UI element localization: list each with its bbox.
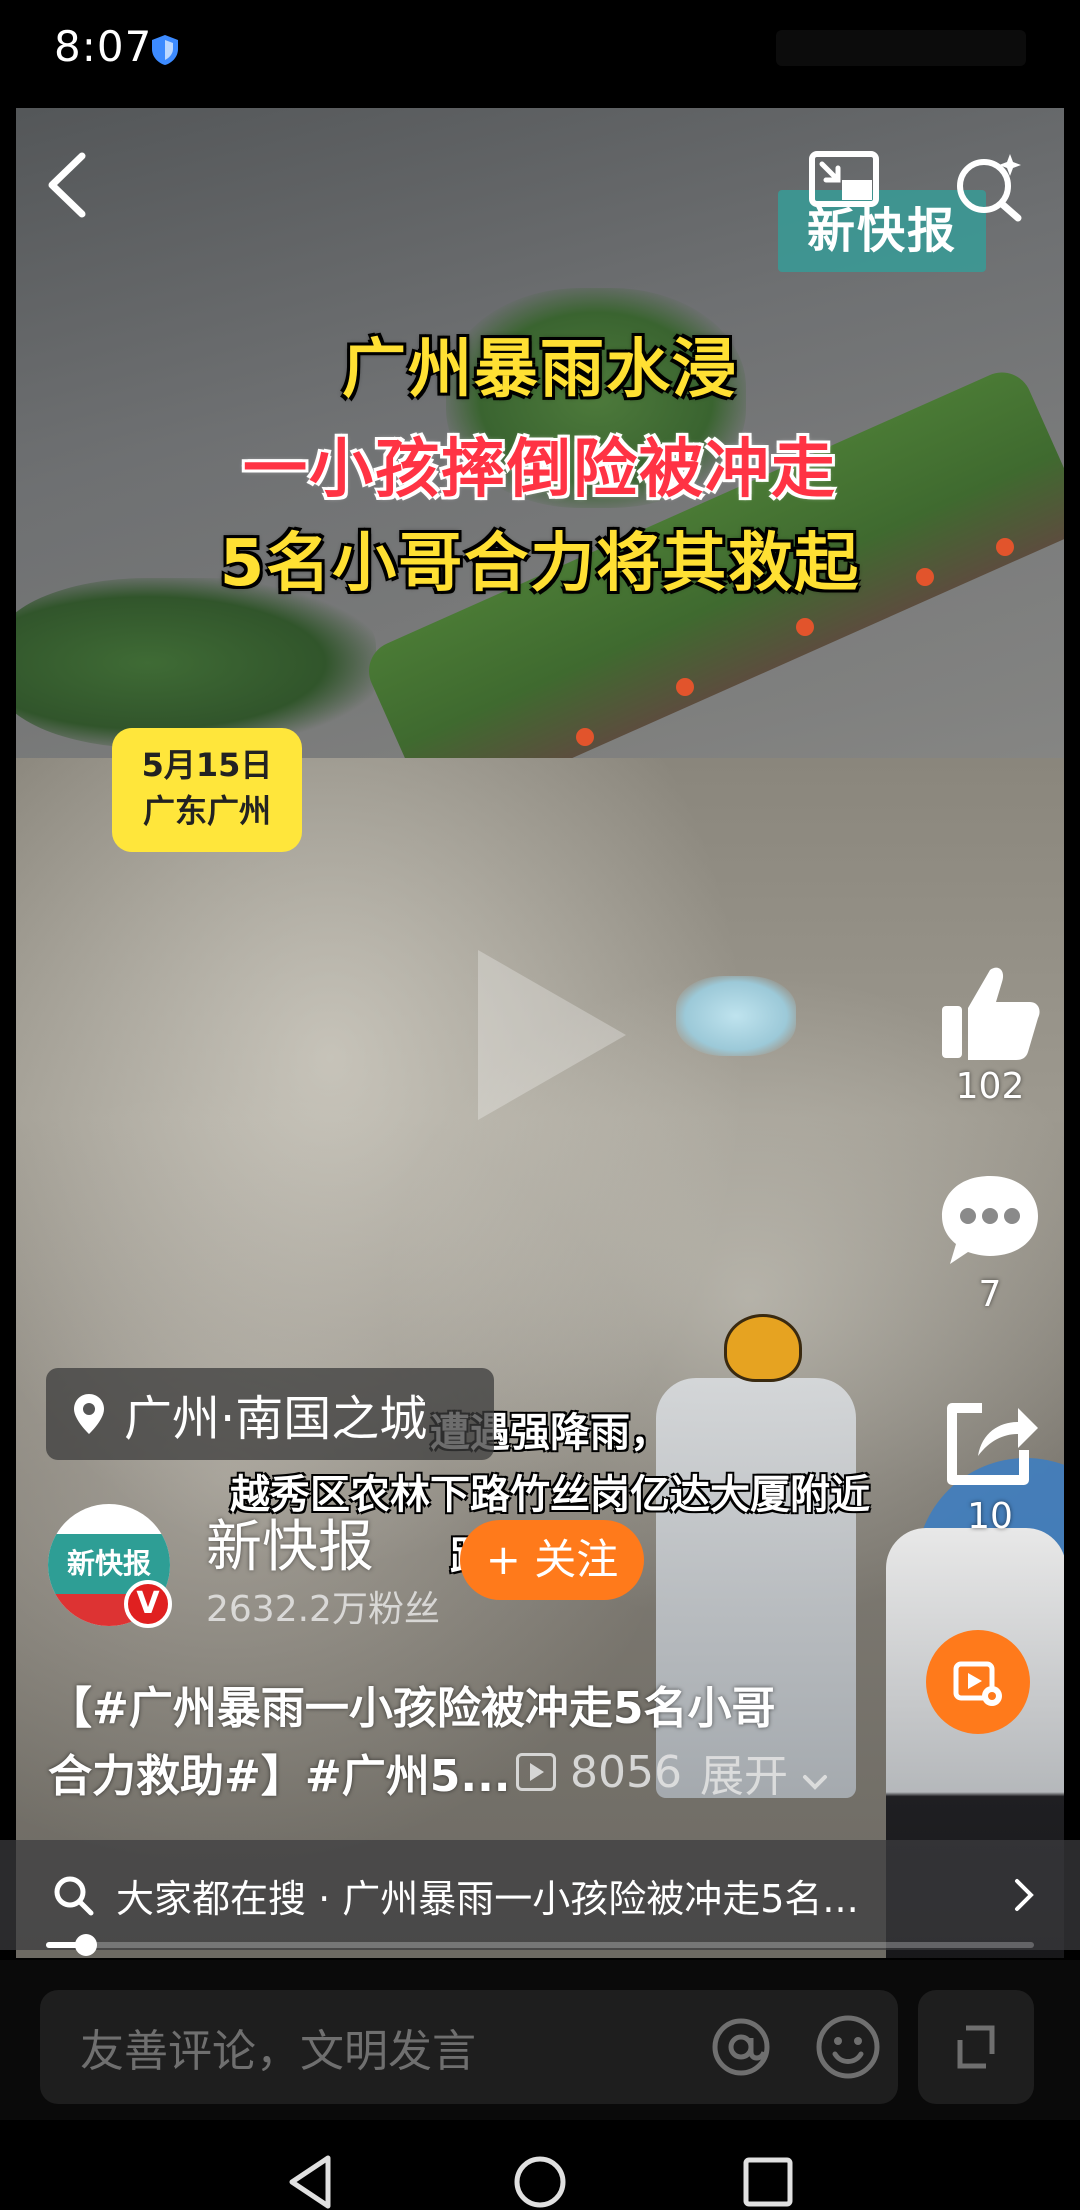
comment-placeholder: 友善评论，文明发言 (80, 2026, 476, 2077)
chevron-down-icon (802, 1775, 827, 1790)
video-headline-line1: 广州暴雨水浸 (342, 333, 738, 407)
system-nav-bar (0, 2134, 1080, 2209)
back-icon[interactable] (40, 150, 96, 220)
share-count: 10 (967, 1496, 1013, 1537)
trending-search-bar[interactable]: 大家都在搜 · 广州暴雨一小孩险被冲走5名... (0, 1840, 1080, 1950)
flower-icon (676, 678, 694, 696)
date-badge: 5月15日 广东广州 (112, 728, 302, 852)
nav-recents-icon[interactable] (742, 2154, 794, 2210)
like-button[interactable]: 102 (930, 962, 1050, 1107)
video-scene-helmet (724, 1314, 802, 1382)
rotate-fullscreen-button[interactable] (918, 1990, 1034, 2104)
date-badge-date: 5月15日 (141, 746, 273, 784)
author-name[interactable]: 新快报 (206, 1502, 374, 1583)
expand-button[interactable]: 展开 (700, 1740, 828, 1804)
comment-input[interactable]: 友善评论，文明发言 (40, 1990, 898, 2104)
thumbs-up-icon (942, 967, 1040, 1060)
comment-bubble-icon (942, 1176, 1038, 1264)
video-cart-button[interactable] (926, 1630, 1030, 1734)
status-indicators (776, 30, 1026, 66)
video-description-line2[interactable]: 合力救助#】#广州5... (48, 1740, 511, 1804)
trending-search-text: 大家都在搜 · 广州暴雨一小孩险被冲走5名... (116, 1876, 859, 1921)
smart-search-icon[interactable] (952, 150, 1024, 222)
location-pin-icon (74, 1394, 104, 1434)
expand-label: 展开 (699, 1751, 788, 1802)
video-tag-icon (953, 1661, 1002, 1706)
like-count: 102 (955, 1066, 1025, 1107)
video-description-line1[interactable]: 【#广州暴雨一小孩险被冲走5名小哥 (48, 1672, 775, 1736)
view-count: 8056 展开 (516, 1740, 828, 1804)
share-icon (947, 1403, 1038, 1485)
video-progress-track[interactable] (46, 1942, 1034, 1948)
nav-back-icon[interactable] (284, 2154, 336, 2210)
shield-icon (152, 35, 178, 65)
author-followers: 2632.2万粉丝 (206, 1589, 440, 1630)
flower-icon (796, 618, 814, 636)
comment-count: 7 (978, 1274, 1002, 1315)
emoji-icon[interactable] (815, 2014, 881, 2080)
play-count-icon (516, 1753, 556, 1791)
video-progress-handle[interactable] (75, 1934, 97, 1956)
flower-icon (576, 728, 594, 746)
status-time: 8:07 (54, 22, 153, 71)
video-headline-line3: 5名小哥合力将其救起 (219, 527, 861, 601)
view-count-value: 8056 (570, 1746, 682, 1798)
play-icon[interactable] (466, 940, 636, 1130)
video-scene-child (676, 976, 796, 1056)
date-badge-place: 广东广州 (142, 792, 271, 830)
share-button[interactable]: 10 (930, 1392, 1050, 1537)
comment-button[interactable]: 7 (930, 1170, 1050, 1315)
verified-badge: V (124, 1580, 172, 1628)
search-icon (54, 1876, 94, 1916)
mention-icon[interactable] (710, 2016, 772, 2078)
nav-home-icon[interactable] (512, 2154, 568, 2210)
rotate-screen-icon (957, 2025, 995, 2069)
chevron-right-icon (1015, 1879, 1034, 1911)
location-label: 广州·南国之城 (124, 1391, 428, 1447)
follow-button[interactable]: + 关注 (460, 1520, 644, 1600)
picture-in-picture-icon[interactable] (808, 150, 880, 216)
video-headline-line2: 一小孩摔倒险被冲走 (243, 433, 837, 507)
location-tag[interactable]: 广州·南国之城 (46, 1368, 494, 1460)
